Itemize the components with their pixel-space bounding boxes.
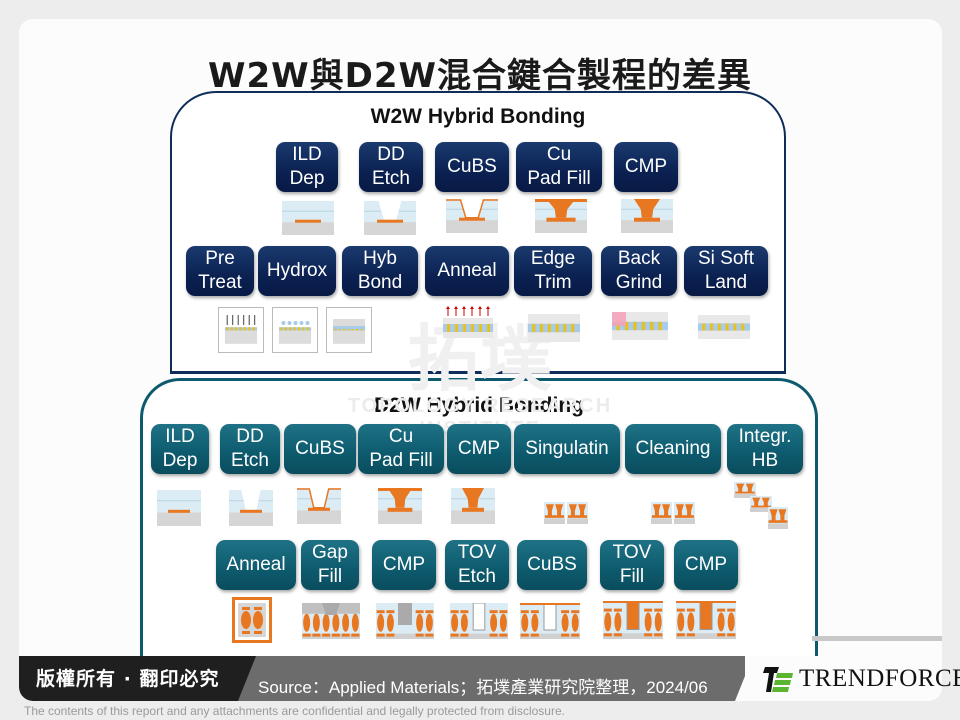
- d2w-step-gap-fill: Gap Fill: [301, 540, 359, 590]
- d2w-step-ild-dep: ILD Dep: [151, 424, 209, 474]
- w2w-illus-cmp: [621, 199, 673, 238]
- d2w-step-dd-etch: DD Etch: [220, 424, 280, 474]
- trendforce-logo-icon: [763, 664, 793, 694]
- w2w-step-dd-etch: DD Etch: [359, 142, 423, 192]
- d2w-illus-cubs: [297, 488, 341, 529]
- w2w-illus-ild: [282, 201, 334, 240]
- d2w-step-cubs: CuBS: [517, 540, 587, 590]
- w2w-step-cmp: CMP: [614, 142, 678, 192]
- d2w-step-cmp: CMP: [674, 540, 738, 590]
- w2w-illus-hydrox: [272, 307, 318, 358]
- w2w-illus-hybbond: [326, 307, 372, 358]
- d2w-step-cu-pad-fill: Cu Pad Fill: [358, 424, 444, 474]
- d2w-illus-anneal: [232, 597, 272, 648]
- w2w-illus-sisoftland: [698, 315, 750, 344]
- d2w-illus-tovfill: [603, 600, 663, 644]
- d2w-illus-ddetch: [229, 490, 273, 531]
- w2w-step-si-soft-land: Si Soft Land: [684, 246, 768, 296]
- d2w-illus-gapfill: [302, 603, 360, 644]
- trendforce-logo: TRENDFORCE: [763, 664, 960, 694]
- w2w-illus-cubs: [446, 199, 498, 238]
- w2w-step-ild-dep: ILD Dep: [276, 142, 338, 192]
- d2w-step-tov-fill: TOV Fill: [600, 540, 664, 590]
- w2w-illus-backgrind: [612, 312, 668, 345]
- disclaimer-text: The contents of this report and any atta…: [24, 704, 565, 718]
- trendforce-logo-text: TRENDFORCE: [799, 665, 960, 692]
- d2w-illus-cmp3: [676, 600, 736, 644]
- w2w-step-back-grind: Back Grind: [601, 246, 677, 296]
- d2w-illus-cleaning: [650, 502, 696, 529]
- d2w-illus-cmp: [451, 488, 495, 529]
- d2w-illus-ild: [157, 490, 201, 531]
- d2w-step-anneal: Anneal: [216, 540, 296, 590]
- d2w-illus-padfill: [378, 488, 422, 529]
- d2w-step-cubs: CuBS: [284, 424, 356, 474]
- d2w-step-cleaning: Cleaning: [625, 424, 721, 474]
- d2w-step-singulatin: Singulatin: [514, 424, 620, 474]
- d2w-illus-integr-die3: [767, 507, 789, 534]
- w2w-panel-title: W2W Hybrid Bonding: [370, 105, 586, 128]
- divider-line: [812, 636, 942, 641]
- w2w-illus-padfill: [535, 199, 587, 238]
- w2w-step-hydrox: Hydrox: [258, 246, 336, 296]
- source-text: Source：Applied Materials；拓墣產業研究院整理，2024/…: [258, 678, 708, 697]
- copyright-text: 版權所有 · 翻印必究: [36, 668, 220, 690]
- d2w-step-cmp: CMP: [372, 540, 436, 590]
- w2w-step-edge-trim: Edge Trim: [514, 246, 592, 296]
- d2w-illus-cubs2: [520, 602, 580, 644]
- d2w-step-integr-hb: Integr. HB: [727, 424, 803, 474]
- d2w-step-tov-etch: TOV Etch: [445, 540, 509, 590]
- d2w-illus-tovetch: [450, 602, 508, 644]
- w2w-step-pre-treat: Pre Treat: [186, 246, 254, 296]
- w2w-step-cu-pad-fill: Cu Pad Fill: [516, 142, 602, 192]
- w2w-step-hyb-bond: Hyb Bond: [342, 246, 418, 296]
- d2w-illus-cmp2: [376, 603, 434, 644]
- slide-title: W2W與D2W混合鍵合製程的差異: [207, 56, 753, 96]
- w2w-illus-edgetrim: [528, 314, 580, 347]
- d2w-illus-singulation: [543, 502, 589, 529]
- w2w-step-cubs: CuBS: [435, 142, 509, 192]
- w2w-step-anneal: Anneal: [425, 246, 509, 296]
- w2w-illus-ddetch: [364, 201, 416, 240]
- w2w-illus-pretreat: [218, 307, 264, 358]
- d2w-panel-title: D2W Hybrid Bonding: [374, 394, 584, 417]
- w2w-illus-anneal: [443, 306, 493, 343]
- d2w-step-cmp: CMP: [447, 424, 511, 474]
